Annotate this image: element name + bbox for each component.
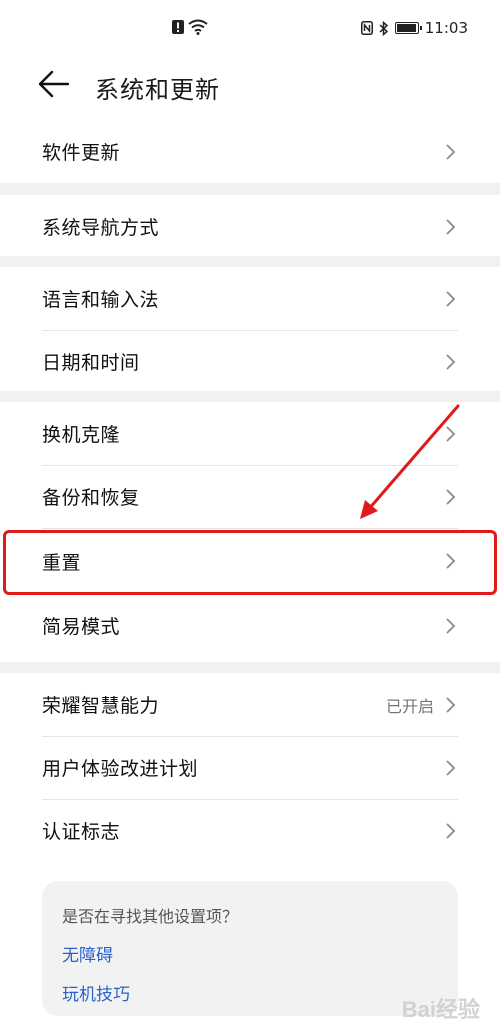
row-simple-mode[interactable]: 简易模式 xyxy=(0,594,500,657)
chevron-right-icon xyxy=(446,425,456,442)
chevron-right-icon xyxy=(446,759,456,776)
row-phone-clone[interactable]: 换机克隆 xyxy=(0,402,500,465)
status-bar: 11:03 xyxy=(0,0,500,60)
chevron-right-icon xyxy=(446,290,456,307)
suggestion-question: 是否在寻找其他设置项？ xyxy=(62,907,239,926)
link-tips[interactable]: 玩机技巧 xyxy=(62,980,438,1005)
alert-icon xyxy=(172,20,184,34)
battery-icon xyxy=(394,22,422,34)
row-label: 换机克隆 xyxy=(42,424,121,446)
chevron-right-icon xyxy=(446,617,456,634)
settings-group-5: 荣耀智慧能力 已开启 用户体验改进计划 认证标志 xyxy=(0,673,500,862)
settings-group-1: 软件更新 xyxy=(0,120,500,183)
settings-group-3: 语言和输入法 日期和时间 xyxy=(0,267,500,393)
row-date-time[interactable]: 日期和时间 xyxy=(0,330,500,393)
row-certification-marks[interactable]: 认证标志 xyxy=(0,799,500,862)
page-title: 系统和更新 xyxy=(95,76,220,104)
row-backup-restore[interactable]: 备份和恢复 xyxy=(0,465,500,528)
row-language-input[interactable]: 语言和输入法 xyxy=(0,267,500,330)
row-label: 重置 xyxy=(42,551,82,574)
row-honor-smart-ability[interactable]: 荣耀智慧能力 已开启 xyxy=(0,673,500,736)
chevron-right-icon xyxy=(446,488,456,505)
chevron-right-icon xyxy=(446,696,456,713)
chevron-right-icon xyxy=(446,218,456,235)
row-label: 系统导航方式 xyxy=(42,217,160,239)
group-divider xyxy=(0,183,500,195)
settings-group-2: 系统导航方式 xyxy=(0,195,500,258)
suggestion-card: 是否在寻找其他设置项？ 无障碍 玩机技巧 xyxy=(42,881,458,1016)
row-label: 荣耀智慧能力 xyxy=(42,695,160,717)
row-label: 用户体验改进计划 xyxy=(42,758,199,780)
row-label: 日期和时间 xyxy=(42,352,140,374)
header: 系统和更新 xyxy=(0,58,500,112)
chevron-right-icon xyxy=(446,143,456,160)
clock: 11:03 xyxy=(424,19,468,37)
nfc-icon xyxy=(360,21,373,35)
status-value: 已开启 xyxy=(385,696,434,716)
row-system-navigation[interactable]: 系统导航方式 xyxy=(0,195,500,258)
watermark-logo: Bai经验 xyxy=(401,997,480,1022)
back-arrow-icon xyxy=(38,70,70,98)
wifi-icon xyxy=(188,19,208,35)
row-label: 语言和输入法 xyxy=(42,289,160,311)
row-label: 备份和恢复 xyxy=(42,487,140,509)
row-software-update[interactable]: 软件更新 xyxy=(0,120,500,183)
row-label: 软件更新 xyxy=(42,142,121,164)
settings-group-4: 换机克隆 备份和恢复 重置 简易模式 xyxy=(0,402,500,657)
row-label: 认证标志 xyxy=(42,821,121,843)
bluetooth-icon xyxy=(379,20,388,36)
row-reset[interactable]: 重置 xyxy=(0,528,500,594)
chevron-right-icon xyxy=(446,822,456,839)
back-button[interactable] xyxy=(38,68,74,100)
chevron-right-icon xyxy=(446,353,456,370)
link-accessibility[interactable]: 无障碍 xyxy=(62,941,438,966)
status-right-icons: 11:03 xyxy=(360,19,468,37)
row-label: 简易模式 xyxy=(42,616,121,638)
chevron-right-icon xyxy=(446,553,456,569)
status-left-icons xyxy=(172,19,208,35)
row-user-experience-plan[interactable]: 用户体验改进计划 xyxy=(0,736,500,799)
